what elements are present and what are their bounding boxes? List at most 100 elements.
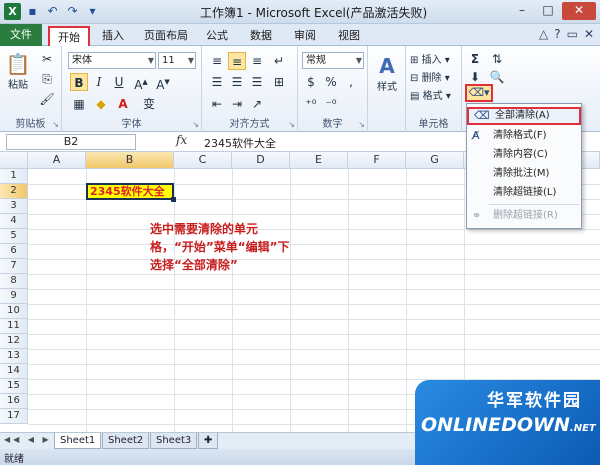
- underline-button[interactable]: U: [110, 73, 128, 91]
- row-header[interactable]: 1: [0, 169, 28, 184]
- menu-item-clear-hyperlinks[interactable]: 清除超链接(L): [467, 184, 581, 202]
- autosum-button[interactable]: Σ: [466, 50, 484, 68]
- font-name-select[interactable]: 宋体 ▼: [68, 52, 156, 69]
- customize-qat-icon[interactable]: ▾: [84, 3, 101, 20]
- row-header[interactable]: 13: [0, 349, 28, 364]
- row-header[interactable]: 15: [0, 379, 28, 394]
- comma-button[interactable]: ,: [342, 73, 360, 91]
- tab-file[interactable]: 文件: [0, 24, 42, 46]
- row-header[interactable]: 11: [0, 319, 28, 334]
- align-center-icon[interactable]: ☰: [228, 73, 246, 91]
- percent-button[interactable]: %: [322, 73, 340, 91]
- column-header-f[interactable]: F: [348, 152, 406, 169]
- increase-indent-icon[interactable]: ⇥: [228, 95, 246, 113]
- border-icon[interactable]: ▦: [70, 95, 88, 113]
- row-header[interactable]: 3: [0, 199, 28, 214]
- row-header[interactable]: 16: [0, 394, 28, 409]
- menu-item-clear-formats[interactable]: A̸ 清除格式(F): [467, 127, 581, 145]
- fill-handle[interactable]: [171, 197, 176, 202]
- sort-filter-icon[interactable]: ⇅: [488, 50, 506, 68]
- merge-center-icon[interactable]: ⊞: [270, 73, 288, 91]
- excel-logo-icon[interactable]: X: [4, 3, 21, 20]
- format-painter-icon[interactable]: 🖌: [38, 90, 56, 108]
- save-icon[interactable]: ▪: [24, 3, 41, 20]
- cell-b2[interactable]: 2345软件大全: [86, 183, 174, 200]
- clipboard-launcher-icon[interactable]: ↘: [52, 120, 59, 129]
- help-icon[interactable]: ?: [554, 27, 560, 41]
- column-header-e[interactable]: E: [290, 152, 348, 169]
- clear-button[interactable]: ⌫▾: [465, 84, 493, 102]
- tab-data[interactable]: 数据: [244, 26, 278, 46]
- cut-icon[interactable]: ✂: [38, 50, 56, 68]
- tab-home[interactable]: 开始: [48, 26, 90, 46]
- bold-button[interactable]: B: [70, 73, 88, 91]
- tab-review[interactable]: 审阅: [288, 26, 322, 46]
- format-cells-button[interactable]: ▤ 格式 ▾: [410, 87, 451, 102]
- row-header[interactable]: 5: [0, 229, 28, 244]
- align-right-icon[interactable]: ☰: [248, 73, 266, 91]
- align-middle-icon[interactable]: ≡: [228, 52, 246, 70]
- currency-button[interactable]: $: [302, 73, 320, 91]
- styles-button[interactable]: A 样式: [372, 54, 402, 93]
- insert-cells-button[interactable]: ⊞ 插入 ▾: [410, 51, 450, 66]
- menu-item-clear-comments[interactable]: 清除批注(M): [467, 165, 581, 183]
- font-color-icon[interactable]: A: [114, 95, 132, 113]
- decrease-indent-icon[interactable]: ⇤: [208, 95, 226, 113]
- insert-sheet-icon[interactable]: ✚: [198, 433, 219, 449]
- copy-icon[interactable]: ⎘: [38, 70, 56, 88]
- name-box[interactable]: B2: [6, 134, 136, 150]
- row-header[interactable]: 7: [0, 259, 28, 274]
- sheet-tab-2[interactable]: Sheet2: [102, 433, 150, 449]
- row-header[interactable]: 12: [0, 334, 28, 349]
- ribbon-minimize-icon[interactable]: △: [539, 27, 548, 41]
- column-header-c[interactable]: C: [174, 152, 232, 169]
- alignment-launcher-icon[interactable]: ↘: [288, 120, 295, 129]
- menu-item-clear-all[interactable]: ⌫ 全部清除(A): [467, 107, 581, 125]
- row-header[interactable]: 2: [0, 184, 28, 199]
- orientation-icon[interactable]: ↗: [248, 95, 266, 113]
- insert-function-button[interactable]: fx: [176, 133, 187, 147]
- align-left-icon[interactable]: ☰: [208, 73, 226, 91]
- increase-decimal-icon[interactable]: ⁺⁰: [302, 95, 320, 113]
- maximize-button[interactable]: □: [536, 2, 560, 20]
- undo-icon[interactable]: ↶: [44, 3, 61, 20]
- redo-icon[interactable]: ↷: [64, 3, 81, 20]
- row-header[interactable]: 6: [0, 244, 28, 259]
- select-all-corner[interactable]: [0, 152, 28, 169]
- italic-button[interactable]: I: [90, 73, 108, 91]
- column-header-b[interactable]: B: [86, 152, 174, 169]
- font-size-select[interactable]: 11 ▼: [158, 52, 196, 69]
- column-header-d[interactable]: D: [232, 152, 290, 169]
- column-header-g[interactable]: G: [406, 152, 464, 169]
- number-launcher-icon[interactable]: ↘: [358, 120, 365, 129]
- close-button[interactable]: ✕: [562, 2, 596, 20]
- tab-formulas[interactable]: 公式: [200, 26, 234, 46]
- delete-cells-button[interactable]: ⊟ 删除 ▾: [410, 69, 450, 84]
- tab-view[interactable]: 视图: [332, 26, 366, 46]
- menu-item-clear-contents[interactable]: 清除内容(C): [467, 146, 581, 164]
- column-header-a[interactable]: A: [28, 152, 86, 169]
- workbook-close-icon[interactable]: ✕: [584, 27, 594, 41]
- fill-color-icon[interactable]: ◆: [92, 95, 110, 113]
- wrap-text-icon[interactable]: ↵: [270, 52, 288, 70]
- number-format-select[interactable]: 常规 ▼: [302, 52, 364, 69]
- formula-input[interactable]: 2345软件大全: [204, 135, 276, 151]
- sheet-tab-1[interactable]: Sheet1: [54, 433, 102, 449]
- tab-insert[interactable]: 插入: [96, 26, 130, 46]
- row-header[interactable]: 17: [0, 409, 28, 424]
- sheet-tab-3[interactable]: Sheet3: [150, 433, 198, 449]
- align-bottom-icon[interactable]: ≡: [248, 52, 266, 70]
- workbook-restore-icon[interactable]: ▭: [567, 27, 578, 41]
- decrease-decimal-icon[interactable]: ⁻⁰: [322, 95, 340, 113]
- phonetic-icon[interactable]: 变: [140, 95, 158, 113]
- align-top-icon[interactable]: ≡: [208, 52, 226, 70]
- increase-font-icon[interactable]: A▲: [132, 73, 150, 92]
- row-header[interactable]: 8: [0, 274, 28, 289]
- font-launcher-icon[interactable]: ↘: [192, 120, 199, 129]
- paste-button[interactable]: 📋 粘贴: [4, 52, 32, 91]
- row-header[interactable]: 10: [0, 304, 28, 319]
- row-header[interactable]: 14: [0, 364, 28, 379]
- tab-page-layout[interactable]: 页面布局: [138, 26, 194, 46]
- decrease-font-icon[interactable]: A▼: [154, 73, 172, 92]
- row-header[interactable]: 4: [0, 214, 28, 229]
